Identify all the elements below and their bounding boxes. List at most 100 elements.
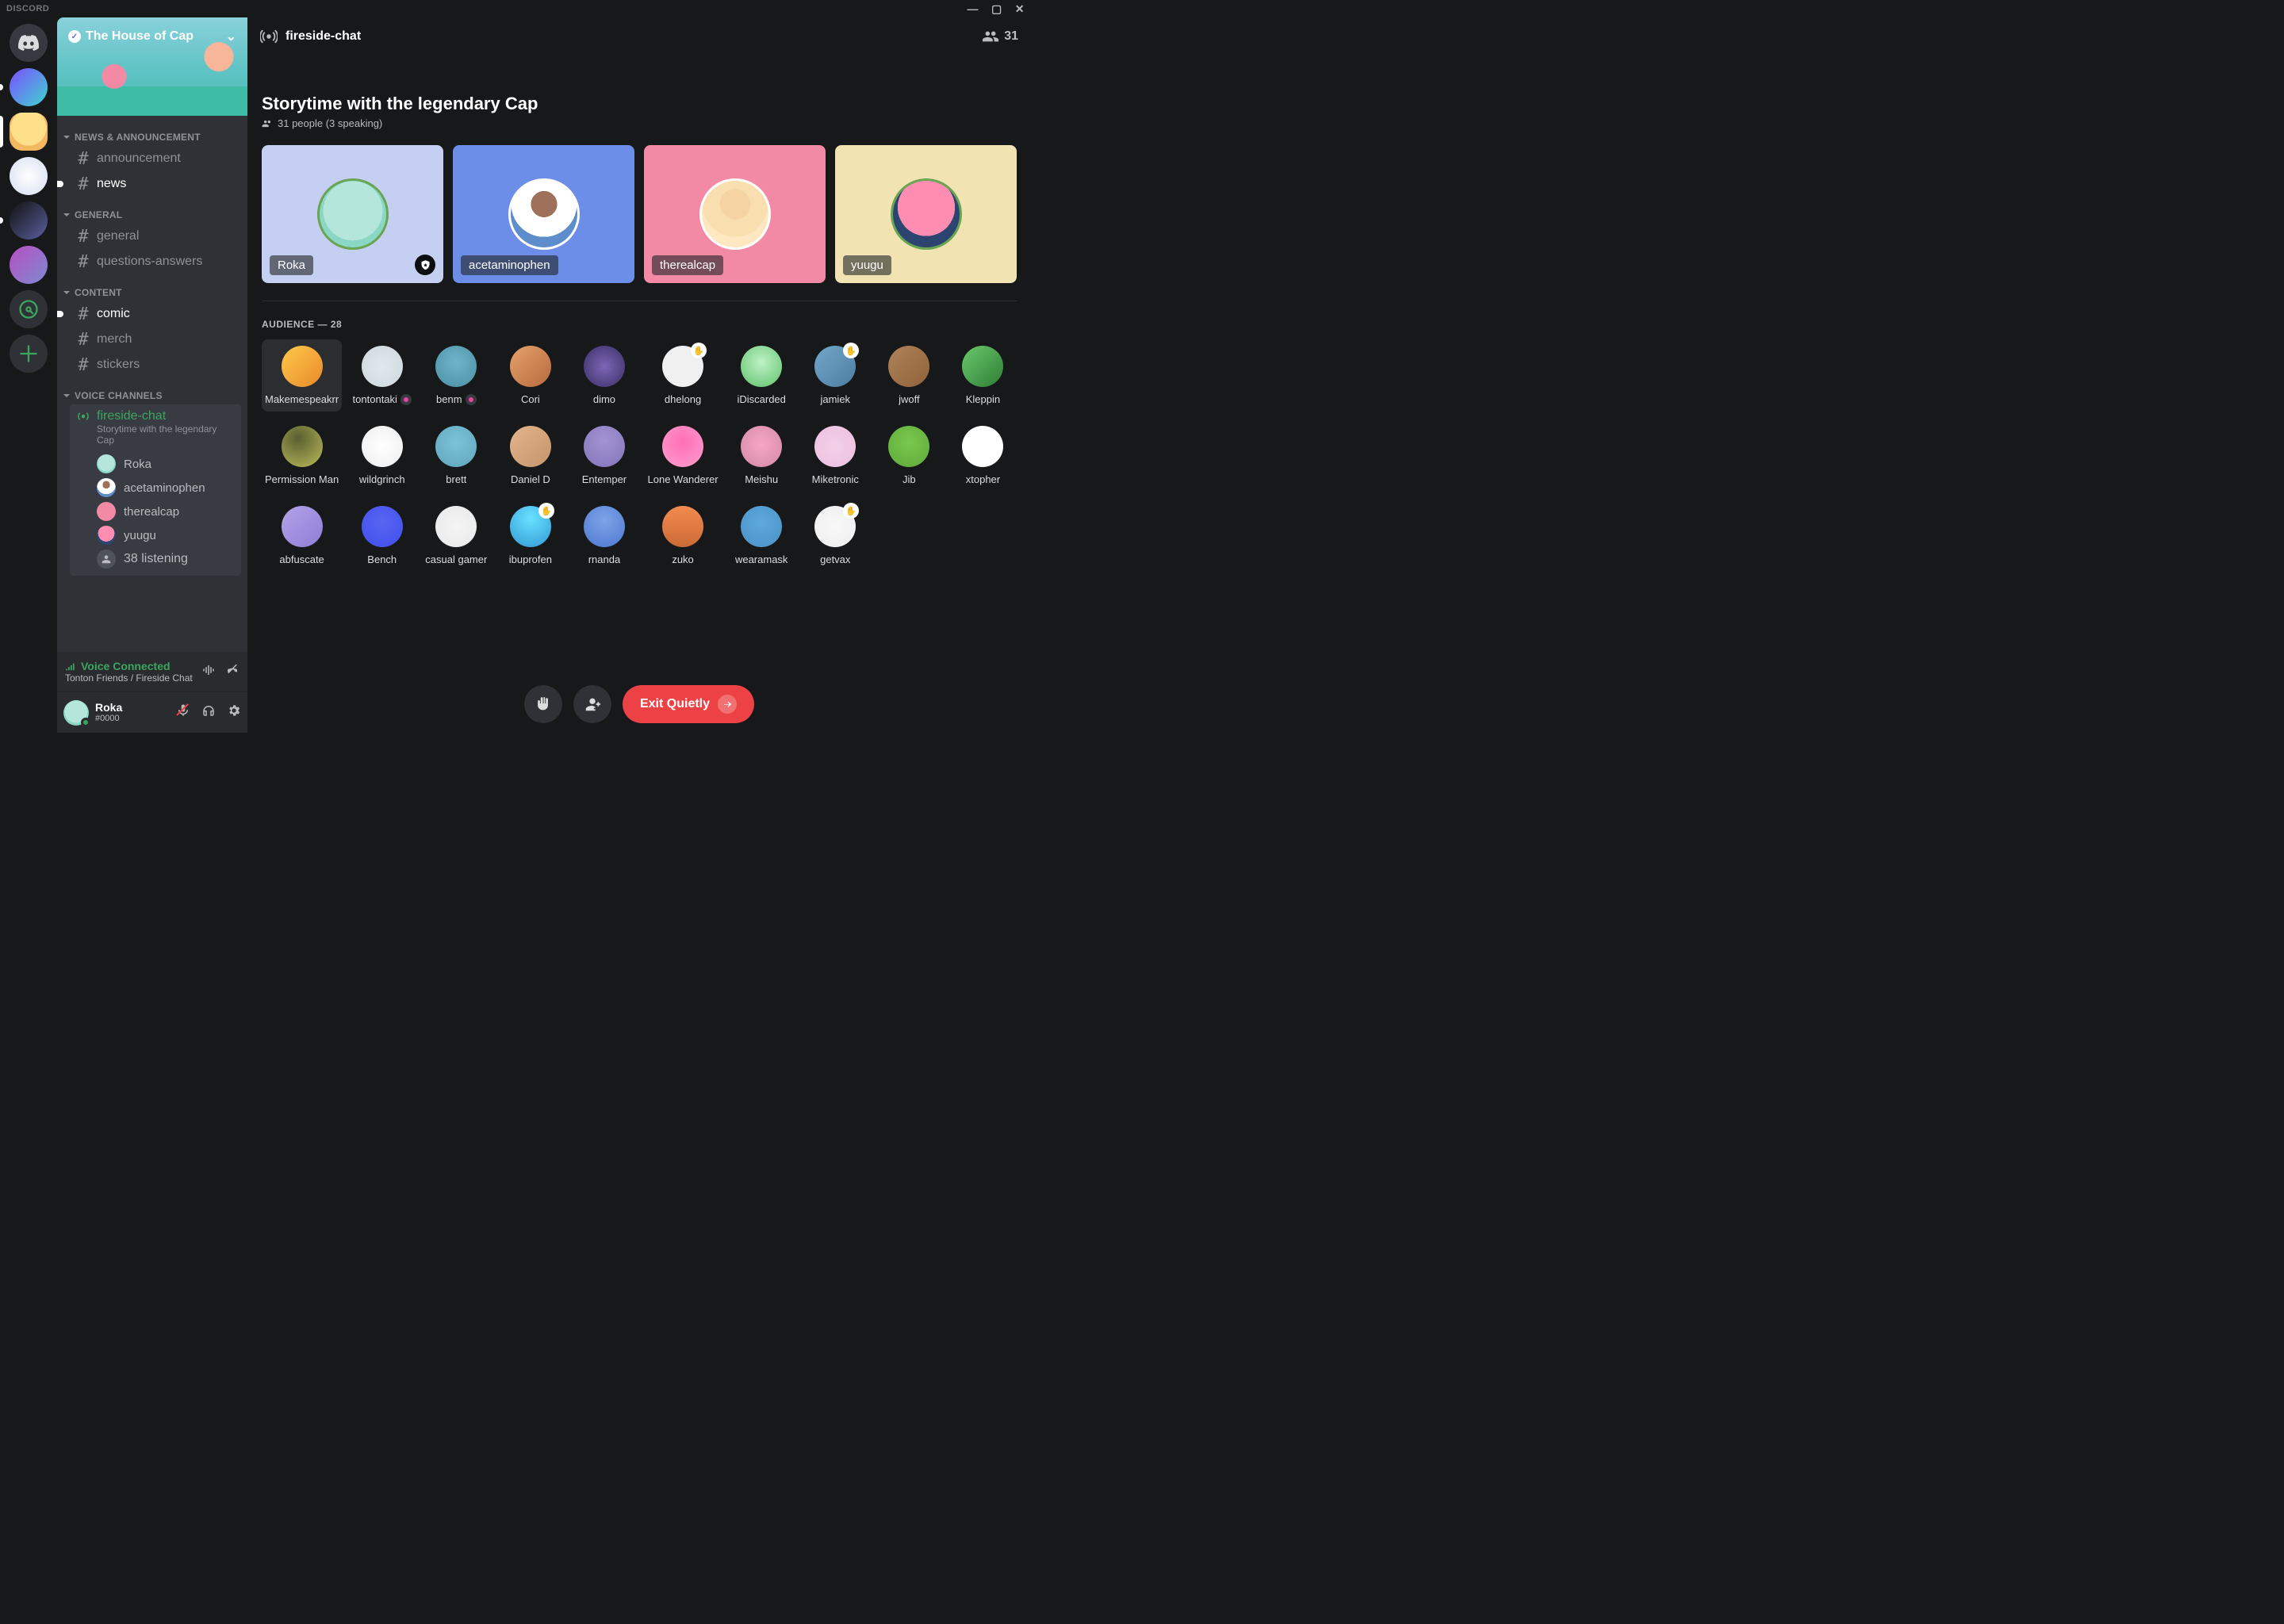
audience-member[interactable]: zuko <box>645 500 722 572</box>
audience-avatar: ✋ <box>510 506 551 547</box>
window-minimize[interactable]: — <box>968 3 979 14</box>
stage-channel[interactable]: fireside-chatStorytime with the legendar… <box>70 404 241 576</box>
audience-name: iDiscarded <box>737 393 785 405</box>
speaker-row[interactable]: Roka <box>76 452 235 476</box>
audience-member[interactable]: Daniel D <box>496 419 564 492</box>
audience-name: Permission Man <box>265 473 339 485</box>
speaker-row[interactable]: yuugu <box>76 523 235 547</box>
audience-member[interactable]: Cori <box>496 339 564 412</box>
server-item-1[interactable] <box>10 68 48 106</box>
category-3[interactable]: VOICE CHANNELS <box>63 390 241 401</box>
audience-member[interactable]: ✋ ibuprofen <box>496 500 564 572</box>
audience-name: wearamask <box>735 553 788 565</box>
audience-member[interactable]: Meishu <box>728 419 795 492</box>
audience-name: Cori <box>521 393 540 405</box>
audience-member[interactable]: xtopher <box>949 419 1017 492</box>
audience-member[interactable]: ✋jamiek <box>802 339 869 412</box>
settings-button[interactable] <box>227 703 241 722</box>
channel-stickers[interactable]: #stickers <box>70 352 241 377</box>
discover-button[interactable] <box>10 290 48 328</box>
audience-member[interactable]: dimo <box>570 339 638 412</box>
audience-member[interactable]: Entemper <box>570 419 638 492</box>
audience-avatar <box>435 346 477 387</box>
speaker-card[interactable]: acetaminophen <box>453 145 634 283</box>
deafen-button[interactable] <box>201 703 216 722</box>
channel-comic[interactable]: #comic <box>70 301 241 327</box>
user-avatar[interactable] <box>63 700 89 726</box>
channel-merch[interactable]: #merch <box>70 327 241 352</box>
audience-member[interactable]: Kleppin <box>949 339 1017 412</box>
audience-member[interactable]: benm <box>422 339 490 412</box>
audience-member[interactable]: brett <box>422 419 490 492</box>
channel-news[interactable]: #news <box>70 171 241 197</box>
audience-avatar <box>435 506 477 547</box>
audience-member[interactable]: wildgrinch <box>348 419 416 492</box>
category-0[interactable]: NEWS & ANNOUNCEMENT <box>63 132 241 143</box>
people-icon <box>101 553 112 565</box>
audience-avatar <box>662 506 703 547</box>
audience-member[interactable]: ✋getvax <box>802 500 869 572</box>
noise-suppression-button[interactable] <box>201 663 216 681</box>
audience-member[interactable]: abfuscate <box>262 500 342 572</box>
audience-member[interactable]: jwoff <box>876 339 943 412</box>
audience-avatar: ✋ <box>814 346 856 387</box>
listeners-count[interactable]: 38 listening <box>76 547 235 571</box>
disconnect-button[interactable] <box>225 663 240 681</box>
window-close[interactable]: ✕ <box>1015 3 1025 14</box>
speaker-card[interactable]: yuugu <box>835 145 1017 283</box>
audience-avatar <box>584 426 625 467</box>
raised-hand-icon: ✋ <box>843 503 859 519</box>
exit-button[interactable]: Exit Quietly <box>623 685 754 723</box>
audience-member[interactable]: Permission Man <box>262 419 342 492</box>
server-item-3[interactable] <box>10 157 48 195</box>
server-item-selected[interactable] <box>10 113 48 151</box>
audience-member[interactable]: ✋dhelong <box>645 339 722 412</box>
audience-member[interactable]: Lone Wanderer <box>645 419 722 492</box>
channel-questions-answers[interactable]: #questions-answers <box>70 249 241 274</box>
category-1[interactable]: GENERAL <box>63 209 241 220</box>
invite-button[interactable] <box>573 685 611 723</box>
speaker-row[interactable]: acetaminophen <box>76 476 235 500</box>
speaker-card[interactable]: Roka <box>262 145 443 283</box>
speaker-row[interactable]: therealcap <box>76 500 235 523</box>
audience-member[interactable]: casual gamer <box>422 500 490 572</box>
user-tag: #0000 <box>95 714 170 723</box>
audience-name: dhelong <box>665 393 701 405</box>
audience-member[interactable]: Miketronic <box>802 419 869 492</box>
hash-icon: # <box>76 355 90 375</box>
mute-button[interactable] <box>176 703 190 722</box>
audience-avatar <box>741 426 782 467</box>
audience-name: xtopher <box>966 473 1000 485</box>
audience-member[interactable]: rnanda <box>570 500 638 572</box>
raise-hand-button[interactable] <box>524 685 562 723</box>
audience-name: ibuprofen <box>509 553 552 565</box>
add-server-button[interactable] <box>10 335 48 373</box>
server-item-4[interactable] <box>10 201 48 239</box>
hash-icon: # <box>76 304 90 324</box>
user-name: Roka <box>95 702 170 714</box>
home-button[interactable] <box>10 24 48 62</box>
channel-general[interactable]: #general <box>70 224 241 249</box>
speaker-card[interactable]: therealcap <box>644 145 826 283</box>
audience-avatar <box>362 426 403 467</box>
speaker-avatar <box>508 178 580 250</box>
audience-member[interactable]: Bench <box>348 500 416 572</box>
audience-member[interactable]: Jib <box>876 419 943 492</box>
server-header[interactable]: ✓ The House of Cap ⌄ <box>57 17 247 56</box>
audience-member[interactable]: iDiscarded <box>728 339 795 412</box>
hash-icon: # <box>76 252 90 272</box>
member-count-button[interactable]: 31 <box>982 28 1018 45</box>
speaker-name-label: acetaminophen <box>461 255 558 275</box>
window-maximize[interactable]: ▢ <box>991 3 1002 14</box>
audience-member[interactable]: Makemespeakrr <box>262 339 342 412</box>
channel-announcement[interactable]: #announcement <box>70 146 241 171</box>
server-item-5[interactable] <box>10 246 48 284</box>
plus-icon <box>17 343 40 365</box>
category-2[interactable]: CONTENT <box>63 287 241 298</box>
audience-avatar <box>962 426 1003 467</box>
audience-member[interactable]: tontontaki <box>348 339 416 412</box>
hash-icon: # <box>76 174 90 194</box>
audience-avatar <box>435 426 477 467</box>
audience-member[interactable]: wearamask <box>728 500 795 572</box>
audience-name: Daniel D <box>511 473 550 485</box>
